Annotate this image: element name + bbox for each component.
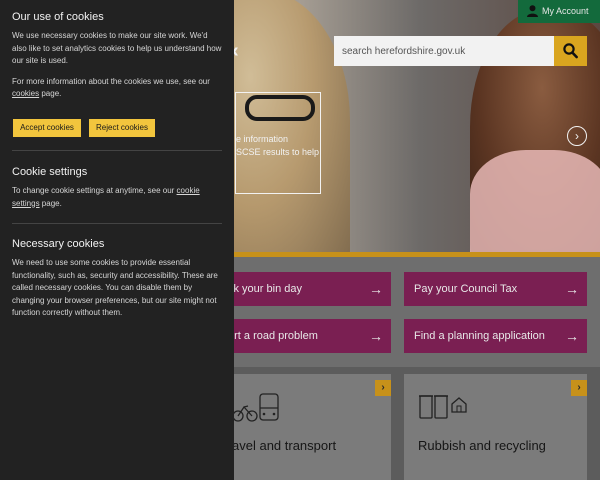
cookie-more-info-suffix: page.: [39, 89, 62, 98]
hero-next-chevron-icon[interactable]: ›: [567, 126, 587, 146]
quick-link-label: ort a road problem: [228, 330, 318, 342]
necessary-cookies-title: Necessary cookies: [12, 238, 105, 250]
my-account-label: My Account: [542, 6, 589, 16]
bins-house-icon: [419, 395, 467, 419]
quick-link-bin-day[interactable]: ck your bin day →: [218, 272, 391, 306]
search-button[interactable]: [554, 36, 587, 66]
cookie-settings-section: Cookie settings To change cookie setting…: [12, 166, 222, 210]
search-input[interactable]: [334, 36, 554, 66]
arrow-right-icon: →: [369, 328, 383, 344]
search-bar: [334, 36, 587, 66]
cookie-intro-text: We use necessary cookies to make our sit…: [12, 31, 222, 65]
arrow-right-icon: →: [369, 281, 383, 297]
divider: [12, 223, 222, 224]
quick-link-council-tax[interactable]: Pay your Council Tax →: [404, 272, 587, 306]
accept-cookies-button[interactable]: Accept cookies: [13, 119, 81, 137]
hero-text-line-1: e information: [236, 134, 289, 144]
my-account-button[interactable]: My Account: [518, 0, 600, 23]
cookies-page-link[interactable]: cookies: [12, 89, 39, 98]
service-card-title: avel and transport: [232, 438, 337, 453]
chevron-right-icon: ›: [571, 380, 587, 396]
cookie-banner-title: Our use of cookies: [12, 11, 104, 23]
cookie-settings-suffix: page.: [39, 198, 62, 208]
cookie-banner: Our use of cookies We use necessary cook…: [0, 0, 234, 480]
cookie-intro-section: Our use of cookies We use necessary cook…: [12, 11, 222, 101]
necessary-cookies-text: We need to use some cookies to provide e…: [12, 258, 218, 317]
user-icon: [527, 5, 538, 17]
cookie-settings-title: Cookie settings: [12, 166, 88, 178]
arrow-right-icon: →: [565, 328, 579, 344]
quick-link-label: Find a planning application: [414, 330, 545, 342]
cookie-settings-prefix: To change cookie settings at anytime, se…: [12, 186, 177, 195]
quick-link-label: Pay your Council Tax: [414, 283, 518, 295]
service-card-travel[interactable]: › avel and transport: [218, 374, 391, 480]
necessary-cookies-section: Necessary cookies We need to use some co…: [12, 238, 222, 320]
reject-cookies-button[interactable]: Reject cookies: [89, 119, 155, 137]
divider: [12, 150, 222, 151]
hero-photo-shirt: [470, 150, 600, 255]
cookie-more-info-prefix: For more information about the cookies w…: [12, 76, 210, 86]
cookie-settings-text: To change cookie settings at anytime, se…: [12, 185, 222, 210]
service-card-title: Rubbish and recycling: [418, 438, 546, 453]
quick-link-label: ck your bin day: [228, 283, 302, 295]
search-icon: [563, 43, 578, 59]
arrow-right-icon: →: [565, 281, 579, 297]
bicycle-bus-icon: [232, 393, 279, 422]
chevron-right-icon: ›: [375, 380, 391, 396]
hero-text-line-2: SCSE results to help: [236, 147, 320, 157]
hero-info-text: e information SCSE results to help: [236, 133, 319, 159]
service-card-rubbish[interactable]: › Rubbish and recycling: [404, 374, 587, 480]
cookie-more-info-text: For more information about the cookies w…: [12, 76, 222, 101]
quick-link-planning[interactable]: Find a planning application →: [404, 319, 587, 353]
quick-link-road-problem[interactable]: ort a road problem →: [218, 319, 391, 353]
